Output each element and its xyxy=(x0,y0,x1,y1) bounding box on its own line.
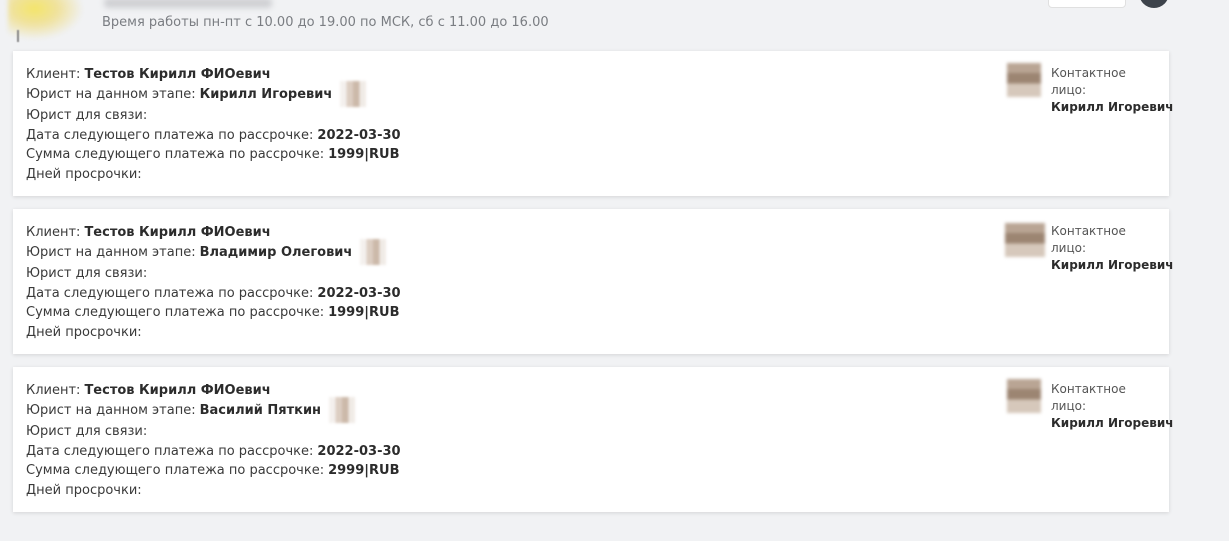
work-hours-text: Время работы пн-пт с 10.00 до 19.00 по М… xyxy=(102,15,549,30)
case-details: Клиент: Тестов Кирилл ФИОевич Юрист на д… xyxy=(26,223,401,342)
next-payment-date-row: Дата следующего платежа по рассрочке: 20… xyxy=(26,126,401,146)
lawyer-stage-row: Юрист на данном этапе: Кирилл Игоревич xyxy=(26,81,401,108)
lawyer-stage-row: Юрист на данном этапе: Владимир Олегович xyxy=(26,239,401,266)
user-avatar[interactable] xyxy=(1139,0,1169,8)
case-card: Клиент: Тестов Кирилл ФИОевич Юрист на д… xyxy=(13,367,1174,512)
lawyer-stage-row: Юрист на данном этапе: Василий Пяткин xyxy=(26,397,401,424)
case-card: Клиент: Тестов Кирилл ФИОевич Юрист на д… xyxy=(13,209,1174,354)
lawyer-avatar xyxy=(360,239,387,266)
contact-person-label: Контактное лицо: xyxy=(1051,66,1126,97)
lawyer-contact-label: Юрист для связи: xyxy=(26,266,148,281)
lawyer-avatar xyxy=(329,397,356,424)
lawyer-contact-row: Юрист для связи: xyxy=(26,422,401,442)
overdue-days-row: Дней просрочки: xyxy=(26,481,401,501)
header-button[interactable] xyxy=(1048,0,1126,8)
contact-person-name: Кирилл Игоревич xyxy=(1051,416,1174,430)
company-title-blurred xyxy=(104,0,272,8)
page-header: Время работы пн-пт с 10.00 до 19.00 по М… xyxy=(0,0,1229,44)
overdue-days-row: Дней просрочки: xyxy=(26,323,401,343)
client-value: Тестов Кирилл ФИОевич xyxy=(84,225,271,240)
client-label: Клиент: xyxy=(26,225,81,240)
next-payment-date-row: Дата следующего платежа по рассрочке: 20… xyxy=(26,442,401,462)
overdue-days-label: Дней просрочки: xyxy=(26,166,142,182)
next-payment-sum-label: Сумма следующего платежа по рассрочке: xyxy=(26,463,325,478)
lawyer-stage-label: Юрист на данном этапе: xyxy=(26,244,196,260)
next-payment-sum-row: Сумма следующего платежа по рассрочке: 1… xyxy=(26,145,401,165)
next-payment-sum-value: 1999|RUB xyxy=(328,147,400,162)
logo-mark xyxy=(17,30,19,42)
contact-person-label: Контактное лицо: xyxy=(1051,382,1126,413)
lawyer-stage-label: Юрист на данном этапе: xyxy=(26,86,196,102)
next-payment-date-label: Дата следующего платежа по рассрочке: xyxy=(26,127,314,143)
case-details: Клиент: Тестов Кирилл ФИОевич Юрист на д… xyxy=(26,381,401,500)
next-payment-date-value: 2022-03-30 xyxy=(317,443,401,459)
next-payment-date-value: 2022-03-30 xyxy=(317,285,401,301)
contact-person-avatar xyxy=(1005,223,1045,257)
client-value: Тестов Кирилл ФИОевич xyxy=(84,67,271,82)
lawyer-contact-label: Юрист для связи: xyxy=(26,108,148,123)
contact-person-avatar xyxy=(1007,63,1041,97)
lawyer-avatar xyxy=(340,81,367,108)
lawyer-contact-row: Юрист для связи: xyxy=(26,264,401,284)
overdue-days-label: Дней просрочки: xyxy=(26,482,142,498)
case-details: Клиент: Тестов Кирилл ФИОевич Юрист на д… xyxy=(26,65,401,184)
next-payment-date-label: Дата следующего платежа по рассрочке: xyxy=(26,443,314,459)
client-value: Тестов Кирилл ФИОевич xyxy=(84,383,271,398)
contact-person: Контактное лицо: Кирилл Игоревич xyxy=(1051,381,1174,432)
overdue-days-row: Дней просрочки: xyxy=(26,165,401,185)
contact-person: Контактное лицо: Кирилл Игоревич xyxy=(1051,65,1174,116)
contact-person: Контактное лицо: Кирилл Игоревич xyxy=(1051,223,1174,274)
next-payment-sum-label: Сумма следующего платежа по рассрочке: xyxy=(26,305,325,320)
contact-person-avatar xyxy=(1007,379,1041,413)
next-payment-sum-value: 2999|RUB xyxy=(328,463,400,478)
contact-person-name: Кирилл Игоревич xyxy=(1051,100,1174,114)
client-label: Клиент: xyxy=(26,383,81,398)
lawyer-stage-value: Василий Пяткин xyxy=(199,402,322,418)
lawyer-stage-value: Кирилл Игоревич xyxy=(199,86,333,102)
overdue-days-label: Дней просрочки: xyxy=(26,324,142,340)
client-row: Клиент: Тестов Кирилл ФИОевич xyxy=(26,223,401,243)
next-payment-sum-row: Сумма следующего платежа по рассрочке: 2… xyxy=(26,461,401,481)
contact-person-label: Контактное лицо: xyxy=(1051,224,1126,255)
contact-person-name: Кирилл Игоревич xyxy=(1051,258,1174,272)
lawyer-stage-value: Владимир Олегович xyxy=(199,244,353,260)
lawyer-contact-row: Юрист для связи: xyxy=(26,106,401,126)
next-payment-date-value: 2022-03-30 xyxy=(317,127,401,143)
next-payment-sum-row: Сумма следующего платежа по рассрочке: 1… xyxy=(26,303,401,323)
case-card: Клиент: Тестов Кирилл ФИОевич Юрист на д… xyxy=(13,51,1174,196)
next-payment-date-row: Дата следующего платежа по рассрочке: 20… xyxy=(26,284,401,304)
next-payment-sum-label: Сумма следующего платежа по рассрочке: xyxy=(26,147,325,162)
client-label: Клиент: xyxy=(26,67,81,82)
lawyer-stage-label: Юрист на данном этапе: xyxy=(26,402,196,418)
next-payment-date-label: Дата следующего платежа по рассрочке: xyxy=(26,285,314,301)
company-logo[interactable] xyxy=(8,0,84,40)
next-payment-sum-value: 1999|RUB xyxy=(328,305,400,320)
lawyer-contact-label: Юрист для связи: xyxy=(26,424,148,439)
